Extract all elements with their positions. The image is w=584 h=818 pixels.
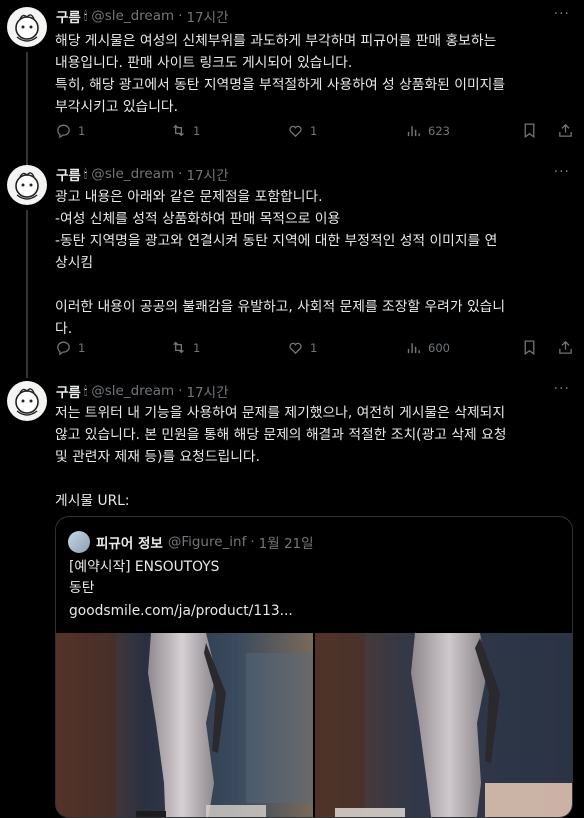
share-icon <box>559 123 572 137</box>
tweet-2[interactable]: 구름 🕯 @sle_dream · 17시간 ··· 광고 내용은 아래와 같은… <box>0 160 584 378</box>
reply-button[interactable]: 1 <box>55 122 85 139</box>
quoted-tweet[interactable]: 피규어 정보 @Figure_inf · 1월 21일 [예약시작] ENSOU… <box>55 516 573 818</box>
bookmark-button[interactable] <box>521 339 544 356</box>
tweet-header: 구름 🕯 @sle_dream · 17시간 <box>56 381 229 401</box>
share-button[interactable] <box>557 122 580 139</box>
reply-icon <box>57 124 70 139</box>
tweet-1[interactable]: 구름 🕯 @sle_dream · 17시간 ··· 해당 게시물은 여성의 신… <box>0 0 584 166</box>
text-line: 않고 있습니다. 본 민원을 통해 해당 문제의 해결과 적절한 조치(광고 삭… <box>55 427 507 443</box>
text-line: 해당 게시물은 여성의 신체부위를 과도하게 부각하며 피규어를 판매 홍보하는 <box>55 33 497 49</box>
share-icon <box>559 340 572 354</box>
action-bar: 1 1 1 600 <box>55 339 575 359</box>
candle-icon: 🕯 <box>83 383 88 398</box>
timestamp[interactable]: 17시간 <box>186 6 228 26</box>
retweet-count: 1 <box>193 123 201 138</box>
text-line: 광고 내용은 아래와 같은 문제점을 포함합니다. <box>55 189 323 205</box>
avatar[interactable] <box>7 7 47 47</box>
thread-line <box>26 52 28 166</box>
reply-count: 1 <box>78 340 86 355</box>
retweet-button[interactable]: 1 <box>170 122 200 139</box>
text-line: 저는 트위터 내 기능을 사용하여 문제를 제기했으나, 여전히 게시물은 삭제… <box>55 405 506 421</box>
timestamp[interactable]: 17시간 <box>186 381 228 401</box>
handle[interactable]: @sle_dream <box>91 383 174 399</box>
views-icon <box>407 126 420 137</box>
share-button[interactable] <box>557 339 580 356</box>
reply-button[interactable]: 1 <box>55 339 85 356</box>
text-line: -여성 신체를 성적 상품화하여 판매 목적으로 이용 <box>55 211 341 227</box>
reply-icon <box>57 341 70 356</box>
tweet-text: 해당 게시물은 여성의 신체부위를 과도하게 부각하며 피규어를 판매 홍보하는… <box>55 30 575 118</box>
text-line: 상시킴 <box>55 255 94 271</box>
like-count: 1 <box>310 340 318 355</box>
timestamp[interactable]: 17시간 <box>186 164 228 184</box>
text-line: 특히, 해당 광고에서 동탄 지역명을 부적절하게 사용하여 성 상품화된 이미… <box>55 77 506 93</box>
heart-icon <box>289 125 302 138</box>
thread-line <box>26 210 28 378</box>
quote-date[interactable]: 1월 21일 <box>259 532 314 552</box>
heart-icon <box>289 342 302 355</box>
bookmark-icon <box>524 340 535 356</box>
text-line <box>55 274 575 296</box>
tweet-header: 구름 🕯 @sle_dream · 17시간 <box>56 164 229 184</box>
text-line: 내용입니다. 판매 사이트 링크도 게시되어 있습니다. <box>55 55 353 71</box>
reply-count: 1 <box>78 123 86 138</box>
product-image-left[interactable] <box>56 633 313 817</box>
quote-link[interactable]: goodsmile.com/ja/product/113... <box>69 601 559 622</box>
views-icon <box>407 343 420 354</box>
product-image-right[interactable] <box>315 633 572 817</box>
like-count: 1 <box>310 123 318 138</box>
avatar[interactable] <box>7 381 47 421</box>
bookmark-icon <box>524 123 535 139</box>
text-line <box>55 468 575 490</box>
like-button[interactable]: 1 <box>287 122 317 139</box>
candle-icon: 🕯 <box>83 8 88 23</box>
views-button[interactable]: 600 <box>405 339 450 356</box>
more-options-icon[interactable]: ··· <box>554 164 570 180</box>
views-count: 600 <box>428 340 450 355</box>
retweet-icon <box>173 341 184 354</box>
text-line: 및 관련자 제재 등)를 요청드립니다. <box>55 449 261 465</box>
tweet-text: 광고 내용은 아래와 같은 문제점을 포함합니다. -여성 신체를 성적 상품화… <box>55 186 575 340</box>
handle[interactable]: @sle_dream <box>91 166 174 182</box>
quote-line: [예약시작] ENSOUTOYS <box>69 559 220 575</box>
text-line: 게시물 URL: <box>55 493 130 509</box>
retweet-button[interactable]: 1 <box>170 339 200 356</box>
text-line: 이러한 내용이 공공의 불쾌감을 유발하고, 사회적 문제를 조장할 우려가 있… <box>55 299 506 315</box>
quote-line: 동탄 <box>69 580 95 596</box>
like-button[interactable]: 1 <box>287 339 317 356</box>
quote-display-name[interactable]: 피규어 정보 <box>96 532 163 552</box>
quote-header: 피규어 정보 @Figure_inf · 1월 21일 <box>68 531 314 553</box>
retweet-count: 1 <box>193 340 201 355</box>
separator-dot: · <box>250 534 255 550</box>
bookmark-button[interactable] <box>521 122 544 139</box>
views-count: 623 <box>428 123 450 138</box>
tweet-text: 저는 트위터 내 기능을 사용하여 문제를 제기했으나, 여전히 게시물은 삭제… <box>55 402 575 512</box>
quote-avatar[interactable] <box>68 531 90 553</box>
candle-icon: 🕯 <box>83 166 88 181</box>
quote-handle[interactable]: @Figure_inf <box>168 534 247 550</box>
more-options-icon[interactable]: ··· <box>554 6 570 22</box>
separator-dot: · <box>178 383 183 399</box>
retweet-icon <box>173 124 184 137</box>
display-name[interactable]: 구름 <box>56 381 81 401</box>
tweet-header: 구름 🕯 @sle_dream · 17시간 <box>56 6 229 26</box>
quote-text: [예약시작] ENSOUTOYS 동탄 goodsmile.com/ja/pro… <box>69 557 559 622</box>
display-name[interactable]: 구름 <box>56 164 81 184</box>
display-name[interactable]: 구름 <box>56 6 81 26</box>
more-options-icon[interactable]: ··· <box>554 381 570 397</box>
separator-dot: · <box>178 166 183 182</box>
text-line: 부각시키고 있습니다. <box>55 99 179 115</box>
views-button[interactable]: 623 <box>405 122 450 139</box>
avatar[interactable] <box>7 165 47 205</box>
text-line: 다. <box>55 321 73 337</box>
separator-dot: · <box>178 8 183 24</box>
text-line: -동탄 지역명을 광고와 연결시켜 동탄 지역에 대한 부정적인 성적 이미지를… <box>55 233 498 249</box>
action-bar: 1 1 1 623 <box>55 122 575 142</box>
handle[interactable]: @sle_dream <box>91 8 174 24</box>
